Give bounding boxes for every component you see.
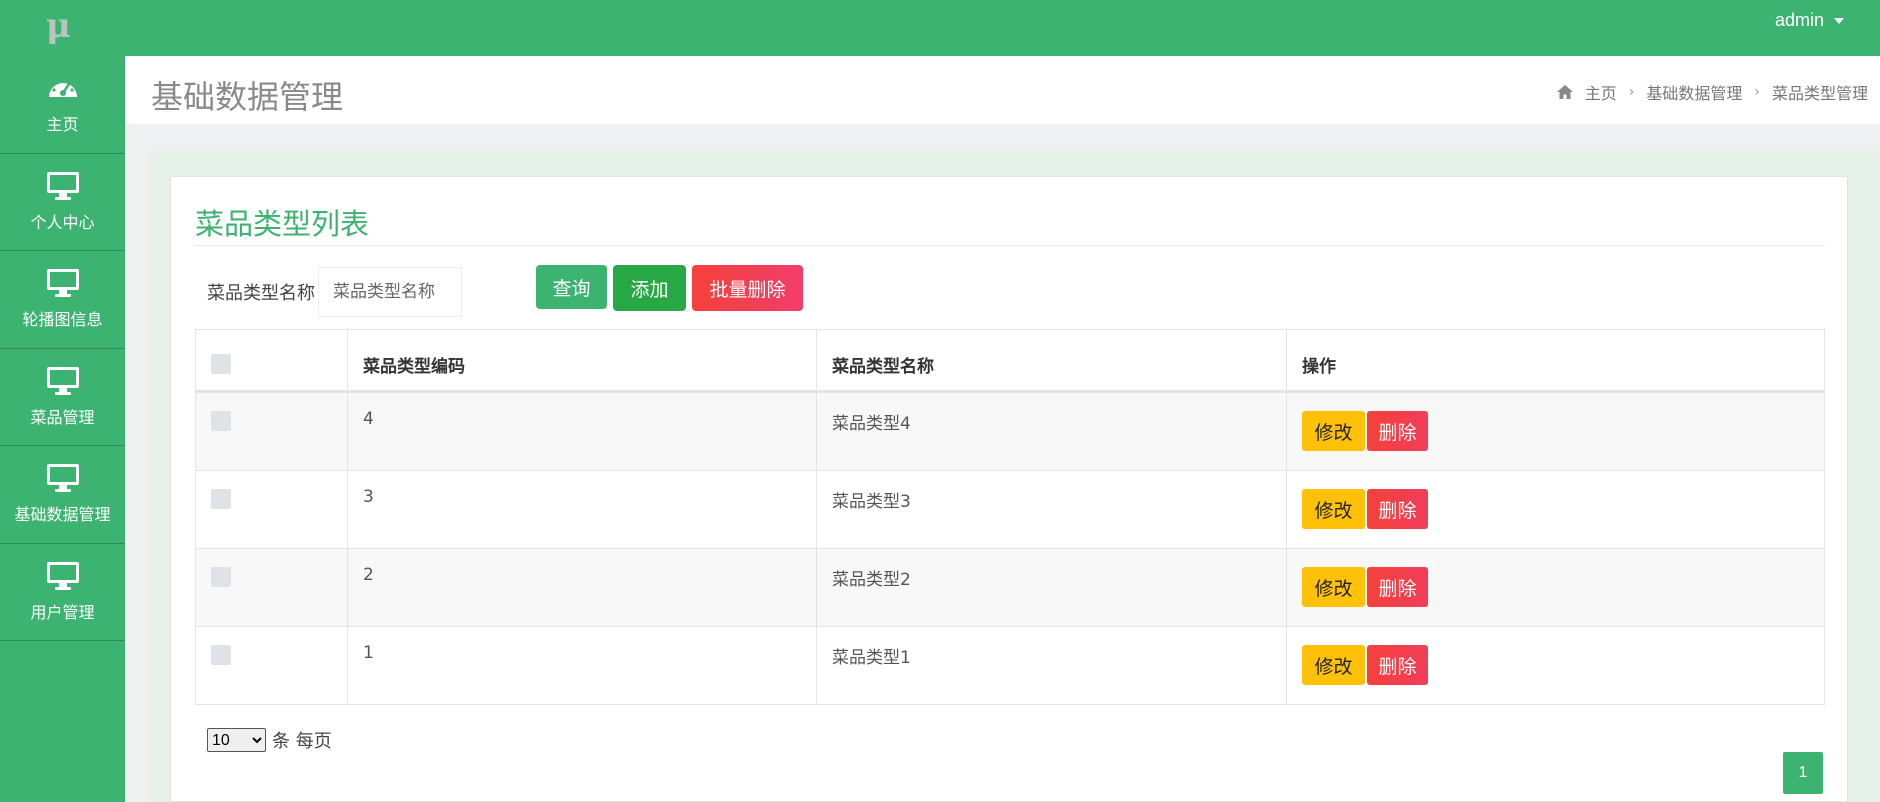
sidebar-item-home[interactable]: 主页 bbox=[0, 56, 125, 154]
sidebar-item-profile[interactable]: 个人中心 bbox=[0, 154, 125, 251]
delete-button[interactable]: 删除 bbox=[1367, 645, 1428, 685]
delete-button[interactable]: 删除 bbox=[1367, 489, 1428, 529]
sidebar-item-dishes[interactable]: 菜品管理 bbox=[0, 349, 125, 446]
page-button-current[interactable]: 1 bbox=[1783, 752, 1823, 794]
breadcrumb-home[interactable]: 主页 bbox=[1585, 80, 1617, 104]
dashboard-icon bbox=[48, 78, 77, 98]
breadcrumb: 主页 › 基础数据管理 › 菜品类型管理 bbox=[1556, 80, 1868, 104]
chevron-right-icon: › bbox=[1628, 84, 1635, 100]
row-checkbox[interactable] bbox=[211, 645, 231, 665]
logo: μ bbox=[46, 6, 71, 46]
row-actions: 修改 删除 bbox=[1286, 471, 1824, 548]
column-header-actions: 操作 bbox=[1286, 330, 1824, 390]
user-menu[interactable]: admin bbox=[1775, 10, 1844, 31]
query-button[interactable]: 查询 bbox=[536, 265, 607, 309]
row-actions: 修改 删除 bbox=[1286, 627, 1824, 704]
breadcrumb-dish-type: 菜品类型管理 bbox=[1771, 84, 1868, 103]
page-title: 基础数据管理 bbox=[151, 78, 344, 116]
dish-type-code: 2 bbox=[347, 549, 816, 626]
dish-type-code: 4 bbox=[347, 393, 816, 470]
page-header: 基础数据管理 主页 › 基础数据管理 › 菜品类型管理 bbox=[125, 56, 1880, 124]
sidebar: 主页 个人中心 轮播图信息 菜品管理 基础数据管理 用户管理 bbox=[0, 56, 125, 802]
page-size-control: 10 条 每页 bbox=[207, 727, 332, 753]
row-checkbox[interactable] bbox=[211, 567, 231, 587]
table-header-row: 菜品类型编码 菜品类型名称 操作 bbox=[196, 330, 1824, 392]
table-row: 1 菜品类型1 修改 删除 bbox=[196, 626, 1824, 704]
dish-type-name: 菜品类型1 bbox=[816, 627, 1286, 704]
dish-type-code: 1 bbox=[347, 627, 816, 704]
delete-button[interactable]: 删除 bbox=[1367, 411, 1428, 451]
divider bbox=[195, 245, 1825, 246]
row-checkbox[interactable] bbox=[211, 489, 231, 509]
row-checkbox[interactable] bbox=[211, 411, 231, 431]
top-bar: μ admin bbox=[0, 0, 1880, 56]
monitor-icon bbox=[46, 366, 79, 395]
monitor-icon bbox=[46, 561, 79, 590]
edit-button[interactable]: 修改 bbox=[1302, 411, 1365, 451]
sidebar-item-label: 基础数据管理 bbox=[14, 505, 111, 525]
row-actions: 修改 删除 bbox=[1286, 393, 1824, 470]
edit-button[interactable]: 修改 bbox=[1302, 489, 1365, 529]
sidebar-item-basic-data[interactable]: 基础数据管理 bbox=[0, 446, 125, 544]
sidebar-item-label: 个人中心 bbox=[30, 212, 95, 232]
home-icon bbox=[1556, 85, 1573, 99]
dish-type-name: 菜品类型4 bbox=[816, 393, 1286, 470]
page-size-select[interactable]: 10 bbox=[207, 728, 266, 752]
search-label: 菜品类型名称 bbox=[207, 283, 315, 304]
row-checkbox-cell bbox=[196, 549, 347, 626]
edit-button[interactable]: 修改 bbox=[1302, 567, 1365, 607]
row-checkbox-cell bbox=[196, 471, 347, 548]
sidebar-item-users[interactable]: 用户管理 bbox=[0, 544, 125, 641]
header-checkbox-cell bbox=[196, 330, 347, 390]
page-size-suffix: 条 每页 bbox=[272, 731, 332, 752]
sidebar-item-label: 轮播图信息 bbox=[22, 310, 103, 330]
delete-button[interactable]: 删除 bbox=[1367, 567, 1428, 607]
search-input[interactable] bbox=[318, 267, 462, 317]
select-all-checkbox[interactable] bbox=[211, 354, 231, 374]
breadcrumb-basic-data[interactable]: 基础数据管理 bbox=[1646, 80, 1742, 104]
column-header-code[interactable]: 菜品类型编码 bbox=[347, 330, 816, 390]
monitor-icon bbox=[46, 171, 79, 200]
monitor-icon bbox=[46, 269, 79, 298]
sidebar-item-label: 主页 bbox=[46, 115, 79, 135]
dish-type-table: 菜品类型编码 菜品类型名称 操作 4 菜品类型4 修改 删除 3 菜品类型3 修… bbox=[195, 329, 1825, 705]
table-row: 2 菜品类型2 修改 删除 bbox=[196, 548, 1824, 626]
user-name: admin bbox=[1774, 10, 1824, 30]
chevron-right-icon: › bbox=[1754, 84, 1760, 100]
sidebar-item-carousel[interactable]: 轮播图信息 bbox=[0, 251, 125, 349]
table-row: 3 菜品类型3 修改 删除 bbox=[196, 470, 1824, 548]
row-actions: 修改 删除 bbox=[1286, 549, 1824, 626]
sidebar-item-label: 菜品管理 bbox=[30, 407, 95, 427]
dish-type-name: 菜品类型3 bbox=[816, 471, 1286, 548]
batch-delete-button[interactable]: 批量删除 bbox=[692, 265, 803, 311]
column-header-name[interactable]: 菜品类型名称 bbox=[816, 330, 1286, 390]
dish-type-code: 3 bbox=[347, 471, 816, 548]
dish-type-panel: 菜品类型列表 菜品类型名称 查询 添加 批量删除 菜品类型编码 菜品类型名称 操… bbox=[170, 176, 1848, 802]
dish-type-name: 菜品类型2 bbox=[816, 549, 1286, 626]
table-row: 4 菜品类型4 修改 删除 bbox=[196, 392, 1824, 470]
monitor-icon bbox=[46, 464, 79, 493]
add-button[interactable]: 添加 bbox=[613, 265, 686, 311]
row-checkbox-cell bbox=[196, 393, 347, 470]
row-checkbox-cell bbox=[196, 627, 347, 704]
edit-button[interactable]: 修改 bbox=[1302, 645, 1365, 685]
panel-title: 菜品类型列表 bbox=[195, 207, 370, 241]
caret-down-icon bbox=[1834, 17, 1844, 24]
sidebar-item-label: 用户管理 bbox=[30, 602, 95, 622]
